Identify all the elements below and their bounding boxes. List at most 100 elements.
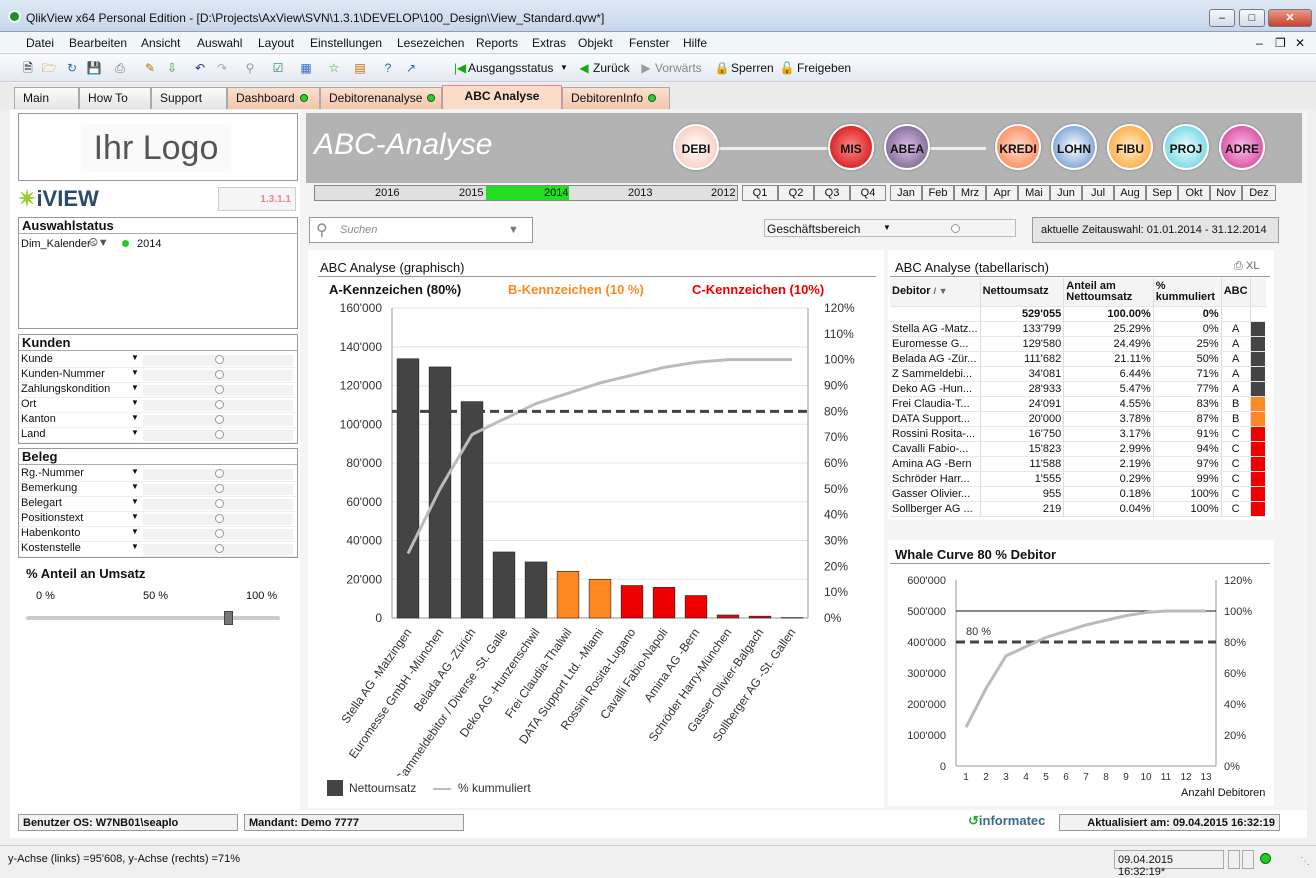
menu-lesezeichen[interactable]: Lesezeichen (397, 36, 464, 50)
dropdown-icon[interactable]: ▼ (131, 512, 139, 521)
table-row[interactable]: DATA Support...20'0003.78%87%B (890, 411, 1266, 426)
filter-rg-nummer[interactable]: Rg.-Nummer▼ (19, 467, 297, 482)
table-header-cell[interactable]: Debitor / ▼ (890, 278, 980, 306)
reload-data-icon[interactable]: ⇩ (164, 60, 180, 76)
menu-datei[interactable]: Datei (26, 36, 54, 50)
filter-positionstext[interactable]: Positionstext▼ (19, 512, 297, 527)
month-mai[interactable]: Mai (1018, 185, 1050, 201)
new-document-icon[interactable]: 🗎 (20, 60, 36, 76)
tab-support[interactable]: Support (151, 87, 227, 109)
save-icon[interactable]: 💾 (86, 60, 102, 76)
search-circle-icon[interactable] (215, 370, 224, 379)
filter-ort[interactable]: Ort▼ (19, 398, 297, 413)
undo-icon[interactable]: ↶ (192, 60, 208, 76)
nav-fibu-button[interactable]: FIBU (1107, 124, 1153, 170)
month-okt[interactable]: Okt (1178, 185, 1210, 201)
nav-kredi-button[interactable]: KREDI (995, 124, 1041, 170)
search-circle-icon[interactable] (215, 529, 224, 538)
search-circle-icon[interactable] (215, 544, 224, 553)
ausgangsstatus-icon[interactable]: |◀ (452, 60, 468, 76)
table-row[interactable]: Gasser Olivier...9550.18%100%C (890, 486, 1266, 501)
table-header-cell[interactable]: Nettoumsatz (980, 278, 1064, 306)
table-row[interactable]: Euromesse G...129'58024.49%25%A (890, 336, 1266, 351)
table-row[interactable]: Rossini Rosita-...16'7503.17%91%C (890, 426, 1266, 441)
month-sep[interactable]: Sep (1146, 185, 1178, 201)
search-circle-icon[interactable] (951, 224, 960, 233)
geschaeftsbereich-filter[interactable]: Geschäftsbereich ▼ (764, 219, 1016, 237)
filter-kunden-nummer[interactable]: Kunden-Nummer▼ (19, 368, 297, 383)
unlock-icon[interactable]: 🔓 (779, 60, 795, 76)
forward-icon[interactable]: ▶ (638, 60, 654, 76)
nav-debi-button[interactable]: DEBI (673, 124, 719, 170)
print-icon[interactable]: ⎙ (112, 60, 128, 76)
year-2015[interactable]: 2015 (459, 187, 483, 199)
star-bookmark-icon[interactable]: ☆ (326, 60, 342, 76)
doc-restore-icon[interactable]: ❐ (1275, 36, 1286, 50)
dropdown-icon[interactable]: ▼ (131, 542, 139, 551)
filter-kanton[interactable]: Kanton▼ (19, 413, 297, 428)
filter-kunde[interactable]: Kunde▼ (19, 353, 297, 368)
menu-ansicht[interactable]: Ansicht (141, 36, 180, 50)
search-circle-icon[interactable] (215, 514, 224, 523)
chevron-down-icon[interactable]: ▼ (556, 60, 572, 76)
quarter-q1[interactable]: Q1 (742, 185, 778, 201)
nav-proj-button[interactable]: PROJ (1163, 124, 1209, 170)
dropdown-icon[interactable]: ▼ (131, 398, 139, 407)
search-circle-icon[interactable] (215, 469, 224, 478)
filter-zahlungskondition[interactable]: Zahlungskondition▼ (19, 383, 297, 398)
zurueck-button[interactable]: Zurück (593, 61, 630, 75)
slider-track[interactable] (26, 616, 280, 620)
tab-dashboard[interactable]: Dashboard (227, 87, 320, 109)
table-row[interactable]: Deko AG -Hun...28'9335.47%77%A (890, 381, 1266, 396)
filter-habenkonto[interactable]: Habenkonto▼ (19, 527, 297, 542)
edit-script-icon[interactable]: ✎ (142, 60, 158, 76)
print-icon[interactable]: ⎙ (1234, 260, 1243, 273)
ausgangsstatus-button[interactable]: Ausgangsstatus (468, 61, 553, 75)
menu-layout[interactable]: Layout (258, 36, 294, 50)
doc-minimize-icon[interactable]: – (1256, 36, 1263, 50)
sort-icon[interactable]: / ▼ (934, 286, 948, 296)
reload-icon[interactable]: ↻ (64, 60, 80, 76)
tab-how-to[interactable]: How To (79, 87, 151, 109)
menu-bearbeiten[interactable]: Bearbeiten (69, 36, 127, 50)
resize-grip-icon[interactable]: ⋱ (1300, 856, 1310, 867)
month-jan[interactable]: Jan (890, 185, 922, 201)
sheet-icon[interactable]: ▤ (352, 60, 368, 76)
dropdown-icon[interactable]: ▼ (131, 482, 139, 491)
table-row[interactable]: Schröder Harr...1'5550.29%99%C (890, 471, 1266, 486)
checkbox-icon[interactable]: ☑ (270, 60, 286, 76)
month-mrz[interactable]: Mrz (954, 185, 986, 201)
month-aug[interactable]: Aug (1114, 185, 1146, 201)
nav-mis-button[interactable]: MIS (828, 124, 874, 170)
nav-lohn-button[interactable]: LOHN (1051, 124, 1097, 170)
help-icon[interactable]: ? (380, 60, 396, 76)
nav-adre-button[interactable]: ADRE (1219, 124, 1265, 170)
quarter-q4[interactable]: Q4 (850, 185, 886, 201)
table-row[interactable]: Z Sammeldebi...34'0816.44%71%A (890, 366, 1266, 381)
table-row[interactable]: Cavalli Fabio-...15'8232.99%94%C (890, 441, 1266, 456)
search-circle-icon[interactable] (215, 415, 224, 424)
table-row[interactable]: Sollberger AG ...2190.04%100%C (890, 501, 1266, 516)
table-row[interactable]: Amina AG -Bern11'5882.19%97%C (890, 456, 1266, 471)
lock-icon[interactable]: 🔒 (714, 60, 730, 76)
month-jun[interactable]: Jun (1050, 185, 1082, 201)
search-box[interactable]: ⚲ Suchen ▼ (309, 217, 533, 243)
table-header-cell[interactable]: % kummuliert (1153, 278, 1221, 306)
doc-close-icon[interactable]: ✕ (1295, 36, 1305, 50)
year-2013[interactable]: 2013 (628, 187, 652, 199)
chevron-down-icon[interactable]: ▼ (508, 224, 519, 236)
freigeben-button[interactable]: Freigeben (797, 61, 851, 75)
tab-main[interactable]: Main (14, 87, 79, 109)
menu-reports[interactable]: Reports (476, 36, 518, 50)
month-dez[interactable]: Dez (1242, 185, 1276, 201)
year-2016[interactable]: 2016 (375, 187, 399, 199)
sperren-button[interactable]: Sperren (731, 61, 774, 75)
dropdown-icon[interactable]: ▼ (131, 497, 139, 506)
filter-kostenstelle[interactable]: Kostenstelle▼ (19, 542, 297, 557)
menu-objekt[interactable]: Objekt (578, 36, 613, 50)
table-row[interactable]: Frei Claudia-T...24'0914.55%83%B (890, 396, 1266, 411)
redo-icon[interactable]: ↷ (214, 60, 230, 76)
dropdown-icon[interactable]: ▼ (131, 467, 139, 476)
context-help-icon[interactable]: ↗ (403, 60, 419, 76)
filter-land[interactable]: Land▼ (19, 428, 297, 443)
